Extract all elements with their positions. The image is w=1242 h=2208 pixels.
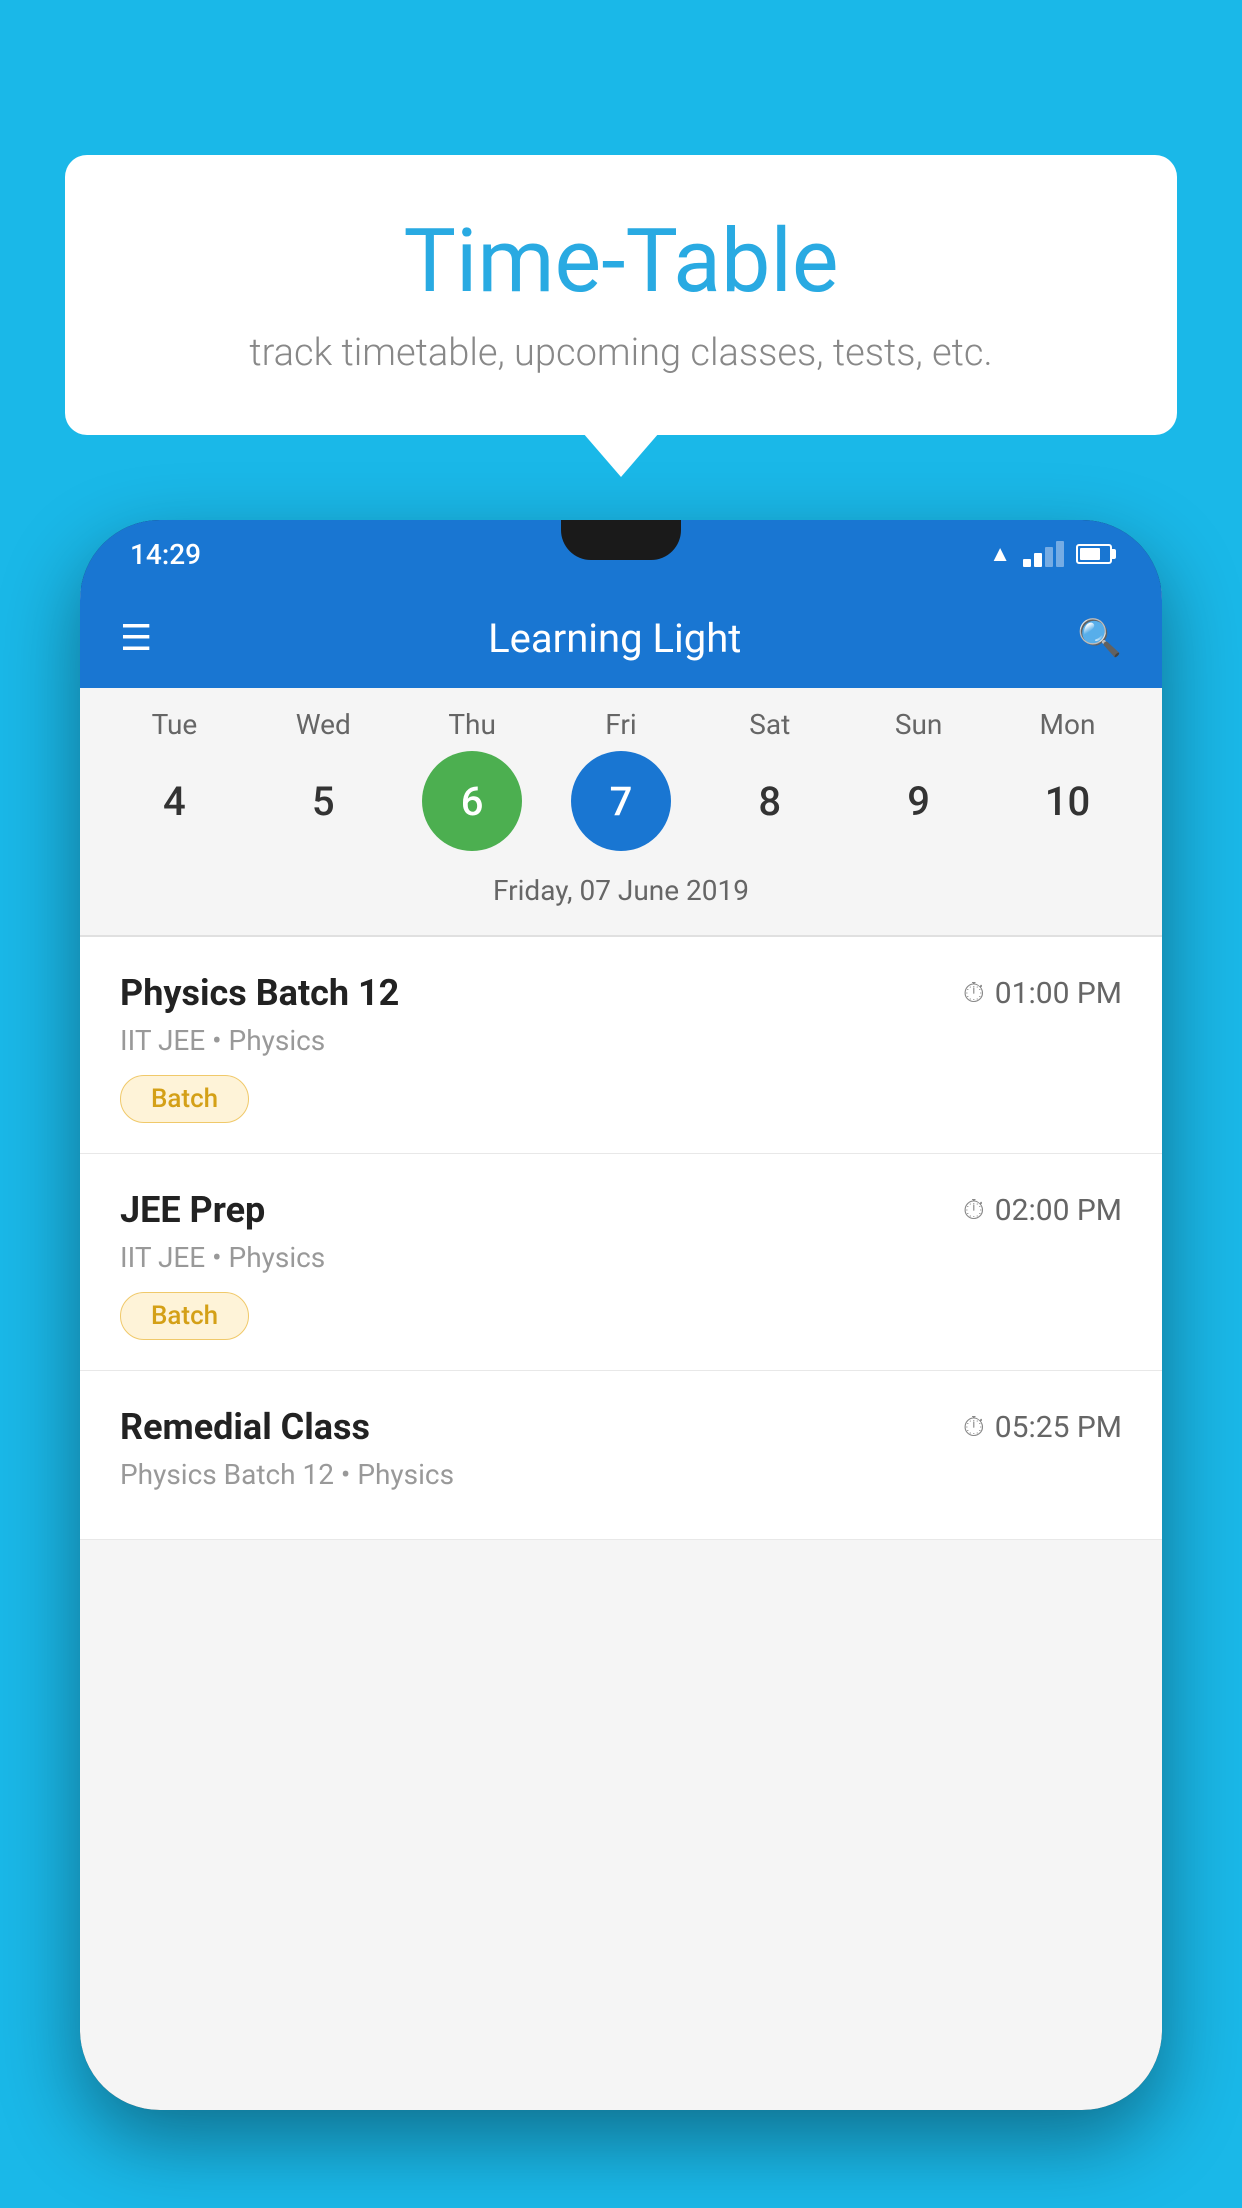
class-item-3[interactable]: Remedial Class ⏱ 05:25 PM Physics Batch … bbox=[80, 1371, 1162, 1540]
day-4[interactable]: 4 bbox=[124, 751, 224, 851]
class-item-2-header: JEE Prep ⏱ 02:00 PM bbox=[120, 1189, 1122, 1231]
time-value-1: 01:00 PM bbox=[995, 976, 1122, 1011]
phone-notch bbox=[561, 520, 681, 560]
class-item-2[interactable]: JEE Prep ⏱ 02:00 PM IIT JEE • Physics Ba… bbox=[80, 1154, 1162, 1371]
bubble-title: Time-Table bbox=[125, 210, 1117, 313]
day-label-fri: Fri bbox=[571, 708, 671, 741]
battery-icon bbox=[1076, 544, 1112, 564]
day-label-wed: Wed bbox=[273, 708, 373, 741]
clock-icon-2: ⏱ bbox=[963, 1193, 985, 1227]
class-name-1: Physics Batch 12 bbox=[120, 972, 399, 1014]
status-icons: ▲ bbox=[989, 541, 1112, 567]
day-numbers: 4 5 6 7 8 9 10 bbox=[80, 751, 1162, 851]
class-subject-2: IIT JEE • Physics bbox=[120, 1241, 1122, 1274]
speech-bubble-container: Time-Table track timetable, upcoming cla… bbox=[65, 155, 1177, 435]
class-item-1[interactable]: Physics Batch 12 ⏱ 01:00 PM IIT JEE • Ph… bbox=[80, 937, 1162, 1154]
classes-list: Physics Batch 12 ⏱ 01:00 PM IIT JEE • Ph… bbox=[80, 937, 1162, 1540]
day-7-selected[interactable]: 7 bbox=[571, 751, 671, 851]
class-name-2: JEE Prep bbox=[120, 1189, 265, 1231]
class-time-3: ⏱ 05:25 PM bbox=[963, 1410, 1122, 1445]
class-time-2: ⏱ 02:00 PM bbox=[963, 1193, 1122, 1228]
class-item-3-header: Remedial Class ⏱ 05:25 PM bbox=[120, 1406, 1122, 1448]
day-5[interactable]: 5 bbox=[273, 751, 373, 851]
time-value-2: 02:00 PM bbox=[995, 1193, 1122, 1228]
class-name-3: Remedial Class bbox=[120, 1406, 370, 1448]
day-label-thu: Thu bbox=[422, 708, 522, 741]
wifi-icon: ▲ bbox=[989, 541, 1011, 567]
day-label-sat: Sat bbox=[720, 708, 820, 741]
time-value-3: 05:25 PM bbox=[995, 1410, 1122, 1445]
day-9[interactable]: 9 bbox=[869, 751, 969, 851]
day-8[interactable]: 8 bbox=[720, 751, 820, 851]
phone-screen: ☰ Learning Light 🔍 Tue Wed Thu Fri Sat S… bbox=[80, 588, 1162, 2110]
day-10[interactable]: 10 bbox=[1017, 751, 1117, 851]
clock-icon-1: ⏱ bbox=[963, 976, 985, 1010]
clock-icon-3: ⏱ bbox=[963, 1410, 985, 1444]
day-label-sun: Sun bbox=[869, 708, 969, 741]
day-label-tue: Tue bbox=[124, 708, 224, 741]
search-icon[interactable]: 🔍 bbox=[1077, 617, 1122, 659]
day-6-today[interactable]: 6 bbox=[422, 751, 522, 851]
class-subject-1: IIT JEE • Physics bbox=[120, 1024, 1122, 1057]
batch-badge-1: Batch bbox=[120, 1075, 249, 1123]
phone-container: 14:29 ▲ ☰ Lea bbox=[80, 520, 1162, 2208]
status-time: 14:29 bbox=[130, 538, 201, 571]
selected-date-label: Friday, 07 June 2019 bbox=[80, 866, 1162, 925]
signal-icon bbox=[1023, 541, 1064, 567]
class-subject-3: Physics Batch 12 • Physics bbox=[120, 1458, 1122, 1491]
day-labels: Tue Wed Thu Fri Sat Sun Mon bbox=[80, 708, 1162, 741]
phone-frame: 14:29 ▲ ☰ Lea bbox=[80, 520, 1162, 2110]
calendar-strip: Tue Wed Thu Fri Sat Sun Mon 4 5 6 7 8 9 … bbox=[80, 688, 1162, 935]
app-bar: ☰ Learning Light 🔍 bbox=[80, 588, 1162, 688]
menu-icon[interactable]: ☰ bbox=[120, 617, 152, 659]
batch-badge-2: Batch bbox=[120, 1292, 249, 1340]
class-time-1: ⏱ 01:00 PM bbox=[963, 976, 1122, 1011]
speech-bubble: Time-Table track timetable, upcoming cla… bbox=[65, 155, 1177, 435]
app-bar-title: Learning Light bbox=[488, 615, 741, 662]
class-item-1-header: Physics Batch 12 ⏱ 01:00 PM bbox=[120, 972, 1122, 1014]
bubble-subtitle: track timetable, upcoming classes, tests… bbox=[125, 331, 1117, 375]
day-label-mon: Mon bbox=[1017, 708, 1117, 741]
